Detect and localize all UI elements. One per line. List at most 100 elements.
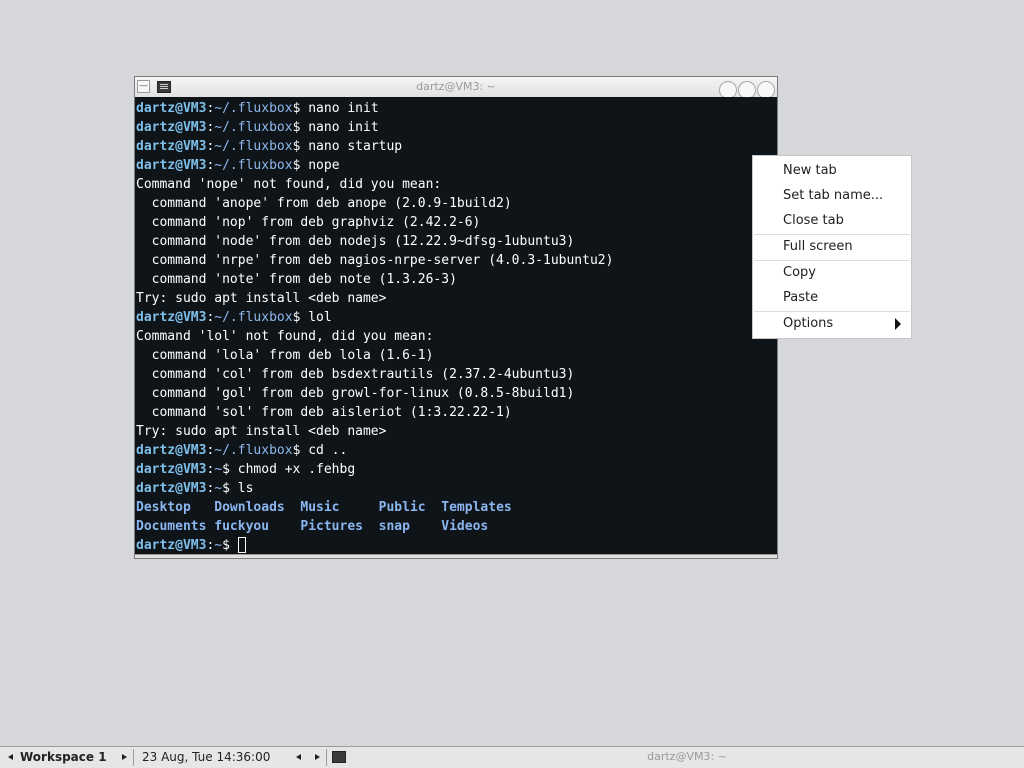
prompt-symbol: $ (222, 481, 230, 496)
text-cursor (237, 537, 246, 553)
terminal-line: dartz@VM3:~/.fluxbox$ nano startup (136, 137, 777, 156)
terminal-line: command 'col' from deb bsdextrautils (2.… (136, 365, 777, 384)
prompt-symbol: $ (222, 462, 230, 477)
prompt-user: dartz@VM3 (136, 538, 207, 553)
menu-separator (754, 311, 910, 312)
menu-separator (754, 234, 910, 235)
terminal-line: dartz@VM3:~/.fluxbox$ nano init (136, 118, 777, 137)
terminal-task-icon[interactable] (332, 751, 346, 763)
prompt-path: ~/.fluxbox (214, 310, 293, 325)
workspace-label[interactable]: Workspace 1 (20, 750, 107, 764)
output-text: Try: sudo apt install <deb name> (136, 424, 387, 439)
prompt-user: dartz@VM3 (136, 139, 207, 154)
menu-item-copy[interactable]: Copy (783, 265, 816, 280)
terminal-line: command 'anope' from deb anope (2.0.9-1b… (136, 194, 777, 213)
directory-entry: fuckyou (214, 519, 301, 534)
directory-entry: Pictures (300, 519, 379, 534)
window-resize-handle[interactable] (135, 554, 777, 558)
menu-item-new-tab[interactable]: New tab (783, 163, 837, 178)
terminal-line: Try: sudo apt install <deb name> (136, 422, 777, 441)
command-text: nano init (300, 120, 379, 135)
terminal-line: dartz@VM3:~$ ls (136, 479, 777, 498)
terminal-line: dartz@VM3:~/.fluxbox$ nano init (136, 99, 777, 118)
menu-item-set-tab-name[interactable]: Set tab name... (783, 188, 883, 203)
output-text: Try: sudo apt install <deb name> (136, 291, 387, 306)
context-menu: New tab Set tab name... Close tab Full s… (752, 155, 912, 339)
prompt-user: dartz@VM3 (136, 443, 207, 458)
terminal-output[interactable]: dartz@VM3:~/.fluxbox$ nano init dartz@VM3… (135, 97, 777, 556)
terminal-window[interactable]: — dartz@VM3: ~ dartz@VM3:~/.fluxbox$ nan… (134, 76, 778, 559)
terminal-line: Command 'lol' not found, did you mean: (136, 327, 777, 346)
window-title: dartz@VM3: ~ (416, 80, 496, 93)
directory-entry: Videos (441, 519, 489, 534)
menu-item-options[interactable]: Options (783, 316, 833, 331)
prompt-symbol: $ (222, 538, 230, 553)
command-text: nano startup (300, 139, 403, 154)
output-text: command 'nrpe' from deb nagios-nrpe-serv… (136, 253, 614, 268)
prompt-user: dartz@VM3 (136, 310, 207, 325)
prompt-path: ~/.fluxbox (214, 139, 293, 154)
prompt-path: ~/.fluxbox (214, 158, 293, 173)
command-text: nano init (300, 101, 379, 116)
prompt-user: dartz@VM3 (136, 462, 207, 477)
output-text: command 'sol' from deb aisleriot (1:3.22… (136, 405, 512, 420)
terminal-line: command 'nrpe' from deb nagios-nrpe-serv… (136, 251, 777, 270)
menu-item-close-tab[interactable]: Close tab (783, 213, 844, 228)
taskbar: Workspace 1 23 Aug, Tue 14:36:00 dartz@V… (0, 746, 1024, 768)
command-text: chmod +x .fehbg (229, 462, 356, 477)
directory-entry: snap (378, 519, 442, 534)
output-text: command 'col' from deb bsdextrautils (2.… (136, 367, 575, 382)
prompt-path: ~/.fluxbox (214, 101, 293, 116)
terminal-line: command 'gol' from deb growl-for-linux (… (136, 384, 777, 403)
directory-entry: Downloads (214, 500, 301, 515)
command-text (230, 538, 238, 553)
task-next-icon[interactable] (315, 754, 320, 760)
workspace-next-icon[interactable] (122, 754, 127, 760)
terminal-line: dartz@VM3:~/.fluxbox$ cd .. (136, 441, 777, 460)
prompt-user: dartz@VM3 (136, 158, 207, 173)
terminal-line: Desktop Downloads Music Public Templates (136, 498, 777, 517)
window-titlebar[interactable]: — dartz@VM3: ~ (135, 77, 777, 99)
clock: 23 Aug, Tue 14:36:00 (142, 750, 271, 764)
prompt-path: ~ (214, 481, 223, 496)
task-prev-icon[interactable] (296, 754, 301, 760)
prompt-path: ~/.fluxbox (214, 443, 293, 458)
terminal-line: command 'node' from deb nodejs (12.22.9~… (136, 232, 777, 251)
directory-entry: Music (300, 500, 379, 515)
terminal-line: dartz@VM3:~$ (136, 536, 777, 555)
terminal-line: Documents fuckyou Pictures snap Videos (136, 517, 777, 536)
terminal-line: command 'sol' from deb aisleriot (1:3.22… (136, 403, 777, 422)
output-text: command 'node' from deb nodejs (12.22.9~… (136, 234, 575, 249)
prompt-user: dartz@VM3 (136, 481, 207, 496)
terminal-line: command 'note' from deb note (1.3.26-3) (136, 270, 777, 289)
output-text: command 'note' from deb note (1.3.26-3) (136, 272, 457, 287)
directory-entry: Templates (441, 500, 512, 515)
output-text: command 'nop' from deb graphviz (2.42.2-… (136, 215, 481, 230)
taskbar-divider (326, 749, 327, 766)
workspace-prev-icon[interactable] (8, 754, 13, 760)
menu-item-paste[interactable]: Paste (783, 290, 818, 305)
output-text: command 'lola' from deb lola (1.6-1) (136, 348, 434, 363)
prompt-path: ~/.fluxbox (214, 120, 293, 135)
submenu-arrow-icon (895, 318, 901, 330)
task-title[interactable]: dartz@VM3: ~ (350, 750, 1024, 763)
directory-entry: Desktop (136, 500, 215, 515)
terminal-line: Try: sudo apt install <deb name> (136, 289, 777, 308)
command-text: lol (300, 310, 332, 325)
terminal-line: Command 'nope' not found, did you mean: (136, 175, 777, 194)
output-text: Command 'lol' not found, did you mean: (136, 329, 434, 344)
command-text: nope (300, 158, 340, 173)
taskbar-divider (133, 749, 134, 766)
terminal-line: dartz@VM3:~$ chmod +x .fehbg (136, 460, 777, 479)
menu-item-full-screen[interactable]: Full screen (783, 239, 853, 254)
prompt-user: dartz@VM3 (136, 120, 207, 135)
terminal-line: command 'lola' from deb lola (1.6-1) (136, 346, 777, 365)
prompt-user: dartz@VM3 (136, 101, 207, 116)
terminal-line: command 'nop' from deb graphviz (2.42.2-… (136, 213, 777, 232)
directory-entry: Public (378, 500, 442, 515)
command-text: cd .. (300, 443, 348, 458)
terminal-line: dartz@VM3:~/.fluxbox$ lol (136, 308, 777, 327)
command-text: ls (229, 481, 254, 496)
output-text: Command 'nope' not found, did you mean: (136, 177, 442, 192)
menu-separator (754, 260, 910, 261)
